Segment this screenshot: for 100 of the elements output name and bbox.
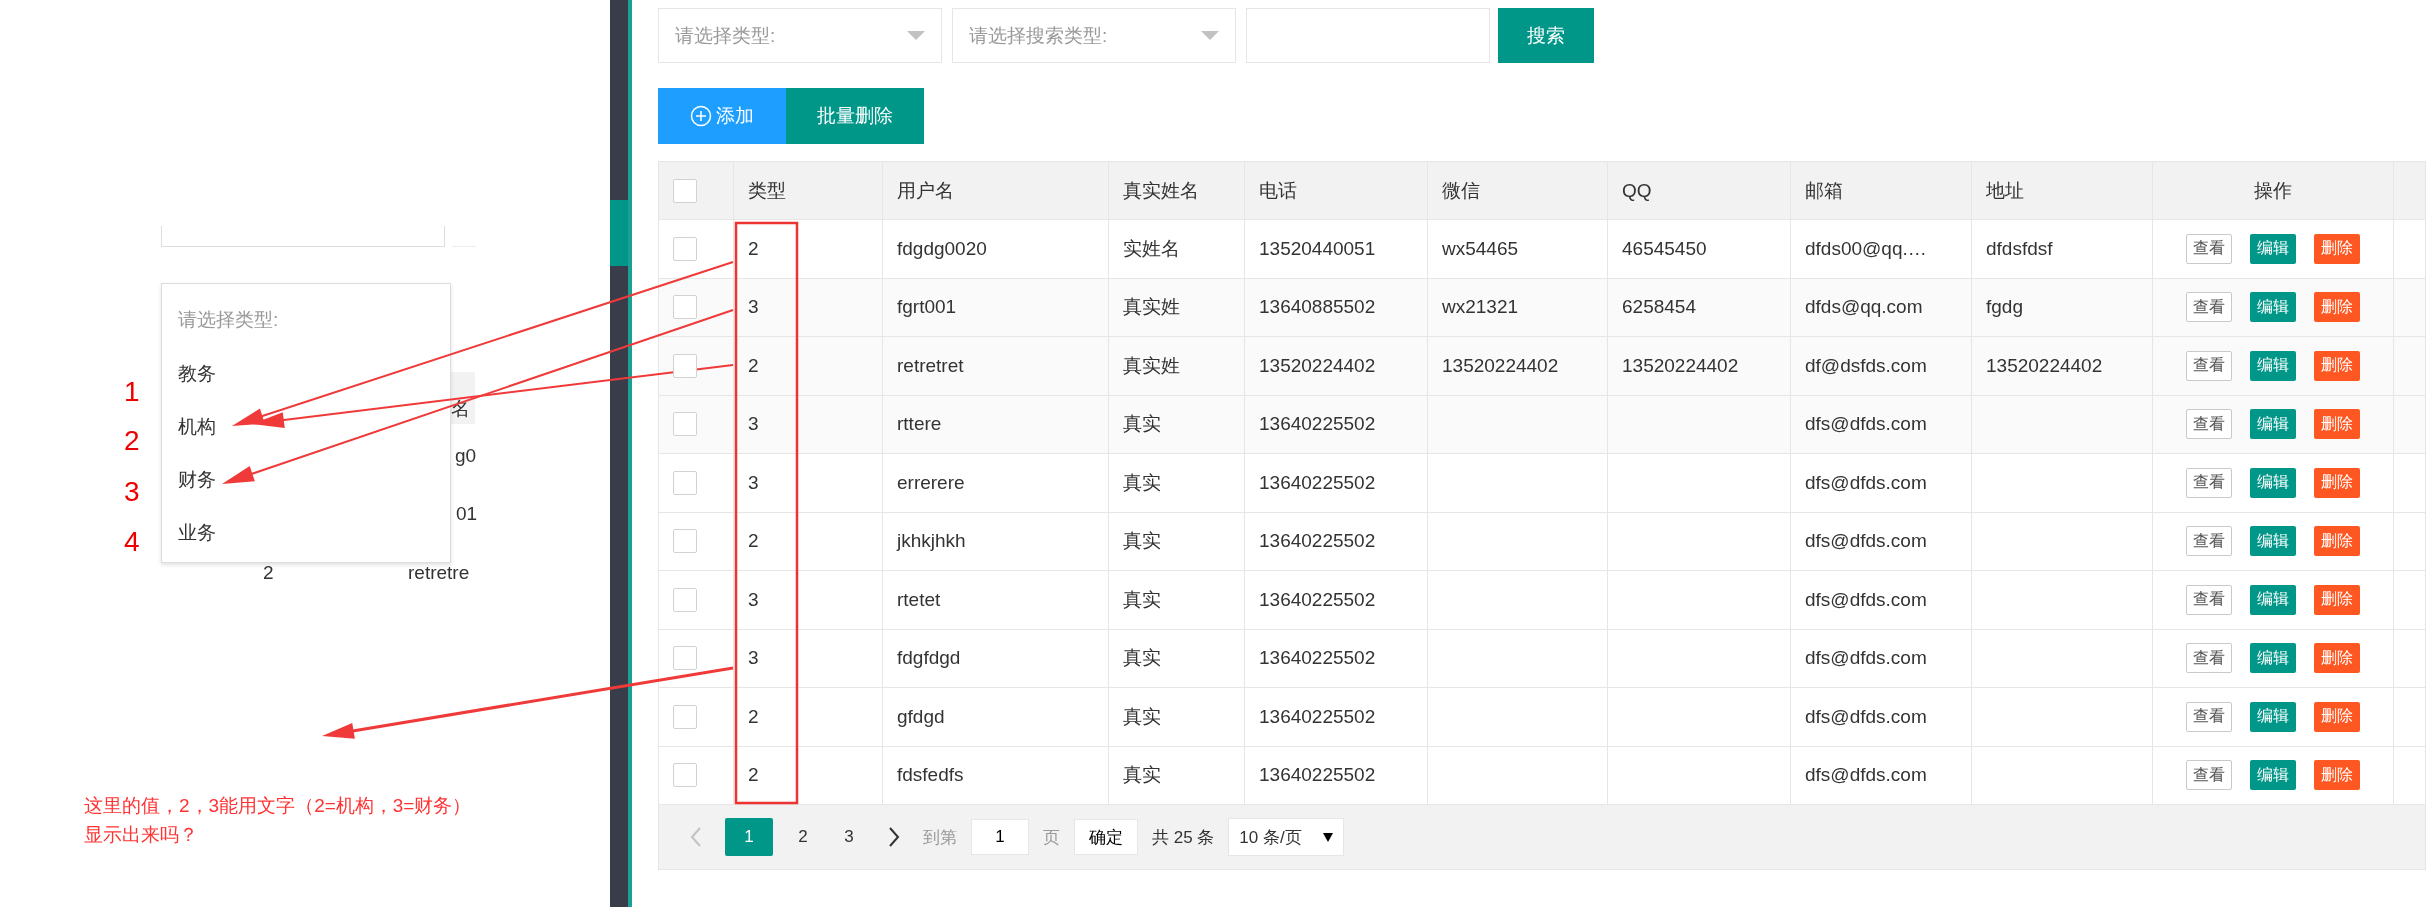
view-button[interactable]: 查看 [2186,760,2232,791]
search-button[interactable]: 搜索 [1498,8,1594,63]
phone-cell: 13640225502 [1259,764,1376,787]
page-button[interactable]: 3 [833,818,865,856]
name-cell-text: 真实 [1123,763,1161,788]
view-button[interactable]: 查看 [2186,233,2232,264]
username-cell: fdsfedfs [897,764,964,787]
column-header: 地址 [1986,178,2024,203]
delete-button[interactable]: 删除 [2314,467,2360,498]
type-select[interactable]: 请选择类型: [658,8,942,63]
delete-button[interactable]: 删除 [2314,409,2360,440]
type-cell: 3 [748,588,759,611]
edit-button[interactable]: 编辑 [2250,292,2296,323]
email-cell: df@dsfds.com [1805,354,1927,377]
row-checkbox[interactable] [673,587,697,612]
annotation-number: 3 [124,478,140,506]
type-cell: 2 [748,237,759,260]
page-number-field[interactable]: 1 [971,819,1029,855]
view-button[interactable]: 查看 [2186,584,2232,615]
row-checkbox[interactable] [673,412,697,437]
confirm-button[interactable]: 确定 [1074,819,1138,855]
goto-label: 到第 [923,826,957,849]
delete-button[interactable]: 删除 [2314,292,2360,323]
email-cell: dfs@dfds.com [1805,588,1927,611]
email-cell: dfds00@qq.… [1805,237,1927,260]
username-cell: fdgdg0020 [897,237,987,260]
delete-button[interactable]: 删除 [2314,760,2360,791]
view-button[interactable]: 查看 [2186,526,2232,557]
view-button[interactable]: 查看 [2186,409,2232,440]
delete-button[interactable]: 删除 [2314,643,2360,674]
view-button[interactable]: 查看 [2186,350,2232,381]
dropdown-placeholder[interactable]: 请选择类型: [162,292,450,347]
next-page-icon[interactable] [887,825,901,849]
wechat-cell: 13520224402 [1442,354,1559,377]
row-checkbox[interactable] [673,236,697,261]
wechat-cell: wx21321 [1442,296,1519,319]
delete-button[interactable]: 删除 [2314,701,2360,732]
search-type-select[interactable]: 请选择搜索类型: [952,8,1236,63]
row-checkbox[interactable] [673,295,697,320]
row-checkbox[interactable] [673,470,697,495]
add-button[interactable]: 添加 [658,88,786,144]
edit-button[interactable]: 编辑 [2250,584,2296,615]
column-header: 真实姓名 [1123,178,1199,203]
address-cell: 13520224402 [1986,354,2103,377]
edit-button[interactable]: 编辑 [2250,643,2296,674]
phone-cell: 13640225502 [1259,705,1376,728]
email-cell: dfs@dfds.com [1805,705,1927,728]
search-field[interactable] [1246,8,1490,63]
email-cell: dfs@dfds.com [1805,413,1927,436]
total-count: 共 25 条 [1152,826,1215,849]
annotation-number: 1 [124,378,140,406]
edit-button[interactable]: 编辑 [2250,526,2296,557]
row-checkbox[interactable] [673,646,697,671]
dropdown-arrow-icon [907,31,925,40]
email-cell: dfds@qq.com [1805,296,1923,319]
type-cell: 3 [748,647,759,670]
edit-button[interactable]: 编辑 [2250,350,2296,381]
dropdown-option[interactable]: 业务 [162,506,450,559]
select-all-checkbox[interactable] [673,178,697,203]
name-cell-text: 真实 [1123,646,1161,671]
type-cell: 2 [748,764,759,787]
email-cell: dfs@dfds.com [1805,647,1927,670]
view-button[interactable]: 查看 [2186,467,2232,498]
view-button[interactable]: 查看 [2186,292,2232,323]
delete-button[interactable]: 删除 [2314,350,2360,381]
qq-cell: 6258454 [1622,296,1696,319]
phone-cell: 13640225502 [1259,413,1376,436]
delete-button[interactable]: 删除 [2314,233,2360,264]
type-cell: 3 [748,296,759,319]
page-button[interactable]: 1 [725,818,773,856]
username-cell: errerere [897,471,965,494]
edit-button[interactable]: 编辑 [2250,467,2296,498]
row-checkbox[interactable] [673,353,697,378]
username-cell: rtetet [897,588,941,611]
table-cell: retretre [408,562,470,584]
page-size-select[interactable]: 10 条/页 [1228,818,1345,856]
edit-button[interactable]: 编辑 [2250,409,2296,440]
name-cell-text: 真实 [1123,470,1161,495]
table-cell: 2 [263,562,274,584]
dropdown-arrow-icon [1323,832,1334,842]
edit-button[interactable]: 编辑 [2250,760,2296,791]
annotation-number: 2 [124,427,140,455]
edit-button[interactable]: 编辑 [2250,701,2296,732]
delete-button[interactable]: 删除 [2314,526,2360,557]
dropdown-option[interactable]: 财务 [162,453,450,506]
dropdown-arrow-icon [1201,31,1219,40]
page-button[interactable]: 2 [787,818,819,856]
view-button[interactable]: 查看 [2186,701,2232,732]
batch-delete-button[interactable]: 批量删除 [786,88,924,144]
column-header: 微信 [1442,178,1480,203]
phone-cell: 13520224402 [1259,354,1376,377]
select-field[interactable] [161,226,445,247]
username-cell: rttere [897,413,942,436]
row-checkbox[interactable] [673,704,697,729]
edit-button[interactable]: 编辑 [2250,233,2296,264]
view-button[interactable]: 查看 [2186,643,2232,674]
previous-page-icon[interactable] [689,825,703,849]
row-checkbox[interactable] [673,529,697,554]
row-checkbox[interactable] [673,763,697,788]
delete-button[interactable]: 删除 [2314,584,2360,615]
